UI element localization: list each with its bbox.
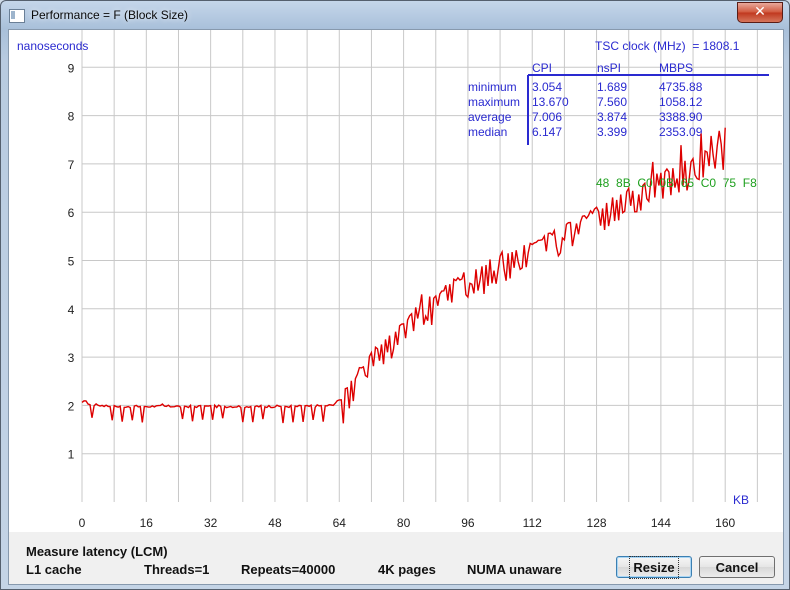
stats-column-header: CPI [532, 61, 552, 75]
stats-cell: 3.399 [597, 125, 627, 139]
y-tick-label: 9 [68, 61, 75, 75]
chart-axis-labels: 0 16 32 48 64 80 96 112 128 144 160 1 2 3 4 5 6 7 8 9 [68, 61, 736, 530]
x-tick-label: 0 [79, 516, 86, 530]
y-tick-label: 7 [68, 158, 75, 172]
x-tick-label: 16 [140, 516, 154, 530]
stats-cell: 7.006 [532, 110, 562, 124]
x-tick-label: 144 [651, 516, 671, 530]
x-tick-label: 96 [461, 516, 475, 530]
numa-label: NUMA unaware [467, 562, 562, 577]
repeats-label: Repeats=40000 [241, 562, 336, 577]
title-bar[interactable]: Performance = F (Block Size) ✕ [1, 1, 789, 29]
x-tick-label: 32 [204, 516, 218, 530]
stats-row-label: median [468, 125, 507, 139]
resize-button[interactable]: Resize [616, 556, 692, 579]
threads-label: Threads=1 [144, 562, 210, 577]
stats-cell: 3.054 [532, 80, 562, 94]
tsc-clock-label: TSC clock (MHz) = 1808.1 [595, 39, 740, 53]
x-tick-label: 48 [268, 516, 282, 530]
cancel-button-label: Cancel [715, 560, 759, 575]
window-app-icon [9, 9, 25, 23]
stats-table: CPI nsPI MBPS minimum 3.054 1.689 4735.88 maxim… [468, 61, 769, 145]
cancel-button[interactable]: Cancel [699, 556, 775, 578]
y-tick-label: 1 [68, 448, 75, 462]
chart-area: 0 16 32 48 64 80 96 112 128 144 160 1 2 3 4 5 6 7 8 9 CPI ns… [9, 30, 783, 532]
test-name-label: Measure latency (LCM) [26, 544, 168, 559]
stats-cell: 13.670 [532, 95, 569, 109]
stats-row-label: minimum [468, 80, 517, 94]
y-tick-label: 5 [68, 255, 75, 269]
stats-row-label: average [468, 110, 512, 124]
cache-label: L1 cache [26, 562, 82, 577]
y-tick-label: 4 [68, 303, 75, 317]
window-title: Performance = F (Block Size) [31, 8, 189, 22]
y-unit-label: nanoseconds [17, 39, 88, 53]
y-tick-label: 8 [68, 110, 75, 124]
footer-panel: Measure latency (LCM) L1 cache Threads=1… [9, 532, 783, 584]
stats-cell: 4735.88 [659, 80, 703, 94]
stats-cell: 3388.90 [659, 110, 703, 124]
stats-cell: 3.874 [597, 110, 627, 124]
x-tick-label: 80 [397, 516, 411, 530]
y-tick-label: 2 [68, 399, 75, 413]
client-area: 0 16 32 48 64 80 96 112 128 144 160 1 2 3 4 5 6 7 8 9 CPI ns… [8, 29, 784, 585]
stats-cell: 1.689 [597, 80, 627, 94]
stats-cell: 6.147 [532, 125, 562, 139]
x-unit-label: KB [733, 493, 749, 507]
resize-button-label: Resize [629, 556, 679, 579]
stats-column-header: MBPS [659, 61, 693, 75]
y-tick-label: 6 [68, 206, 75, 220]
x-tick-label: 112 [523, 516, 542, 530]
performance-window: Performance = F (Block Size) ✕ 0 16 32 48 64… [0, 0, 790, 590]
x-tick-label: 64 [333, 516, 347, 530]
x-tick-label: 160 [715, 516, 735, 530]
pages-label: 4K pages [378, 562, 436, 577]
y-tick-label: 3 [68, 351, 75, 365]
stats-cell: 2353.09 [659, 125, 703, 139]
hex-pattern-label: 48 8B C0 0B 65 C0 75 F8 [596, 176, 757, 190]
stats-cell: 7.560 [597, 95, 627, 109]
x-tick-label: 128 [587, 516, 607, 530]
latency-chart: 0 16 32 48 64 80 96 112 128 144 160 1 2 3 4 5 6 7 8 9 CPI ns… [17, 30, 782, 530]
stats-cell: 1058.12 [659, 95, 703, 109]
stats-column-header: nsPI [597, 61, 621, 75]
stats-row-label: maximum [468, 95, 520, 109]
close-button[interactable]: ✕ [737, 2, 783, 23]
